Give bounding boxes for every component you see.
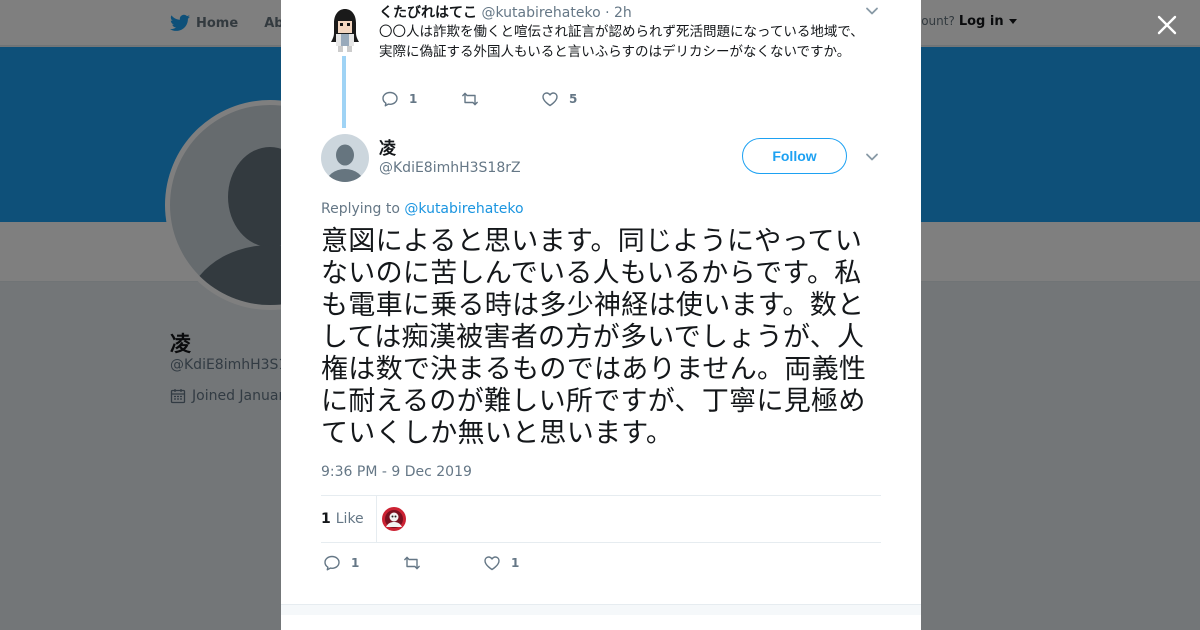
parent-tweet-text: 〇〇人は詐欺を働くと喧伝され証言が認められず死活問題になっている地域で、実際に偽…	[379, 24, 864, 60]
retweet-action[interactable]	[403, 554, 483, 572]
heart-icon[interactable]	[483, 554, 501, 572]
author-name[interactable]: 凌	[379, 134, 396, 159]
likes-stat-label: Like	[335, 511, 364, 527]
heart-icon[interactable]	[541, 90, 559, 108]
retweet-action[interactable]	[461, 90, 541, 108]
replying-prefix: Replying to	[321, 201, 400, 217]
reply-icon[interactable]	[323, 554, 341, 572]
close-icon[interactable]	[1152, 10, 1182, 40]
like-count: 1	[511, 556, 520, 570]
follow-button[interactable]: Follow	[742, 138, 847, 174]
parent-author-handle[interactable]: @kutabirehateko	[481, 5, 600, 21]
likes-stat-count: 1	[321, 511, 331, 527]
tweet-modal: くたびれはてこ @kutabirehateko · 2h 〇〇人は詐欺を働くと喧…	[281, 0, 921, 630]
tweet-text: 意図によると思います。同じようにやっていないのに苦しんでいる人もいるからです。私…	[321, 226, 867, 449]
parent-tweet-header: くたびれはてこ @kutabirehateko · 2h	[379, 2, 632, 22]
chevron-down-icon[interactable]	[865, 4, 879, 18]
reply-count: 1	[351, 556, 360, 570]
parent-tweet-time[interactable]: 2h	[614, 5, 632, 21]
tweet-stats: 1 Like	[321, 495, 881, 543]
replying-to-link[interactable]: @kutabirehateko	[404, 201, 523, 217]
parent-author-name[interactable]: くたびれはてこ	[379, 5, 477, 21]
parent-author-avatar[interactable]	[321, 5, 369, 53]
tweet-actions: 1 1	[323, 554, 563, 572]
like-action[interactable]: 5	[541, 90, 621, 108]
close-button[interactable]	[1152, 10, 1182, 40]
liker-avatar[interactable]	[382, 507, 406, 531]
author-handle[interactable]: @KdiE8imhH3S18rZ	[379, 160, 521, 176]
author-avatar[interactable]	[321, 134, 369, 182]
like-action[interactable]: 1	[483, 554, 563, 572]
replies-section-edge	[281, 604, 921, 630]
like-count: 5	[569, 92, 578, 106]
separator-dot: ·	[605, 5, 610, 21]
thread-line	[342, 56, 346, 128]
reply-action[interactable]: 1	[381, 90, 461, 108]
tweet-timestamp[interactable]: 9:36 PM - 9 Dec 2019	[321, 464, 472, 480]
reply-icon[interactable]	[381, 90, 399, 108]
retweet-icon[interactable]	[403, 554, 421, 572]
parent-tweet-actions: 1 5	[381, 90, 621, 108]
reply-count: 1	[409, 92, 418, 106]
likes-stat[interactable]: 1 Like	[321, 496, 377, 542]
replying-to: Replying to @kutabirehateko	[321, 201, 524, 217]
reply-action[interactable]: 1	[323, 554, 403, 572]
retweet-icon[interactable]	[461, 90, 479, 108]
chevron-down-icon[interactable]	[865, 150, 879, 164]
